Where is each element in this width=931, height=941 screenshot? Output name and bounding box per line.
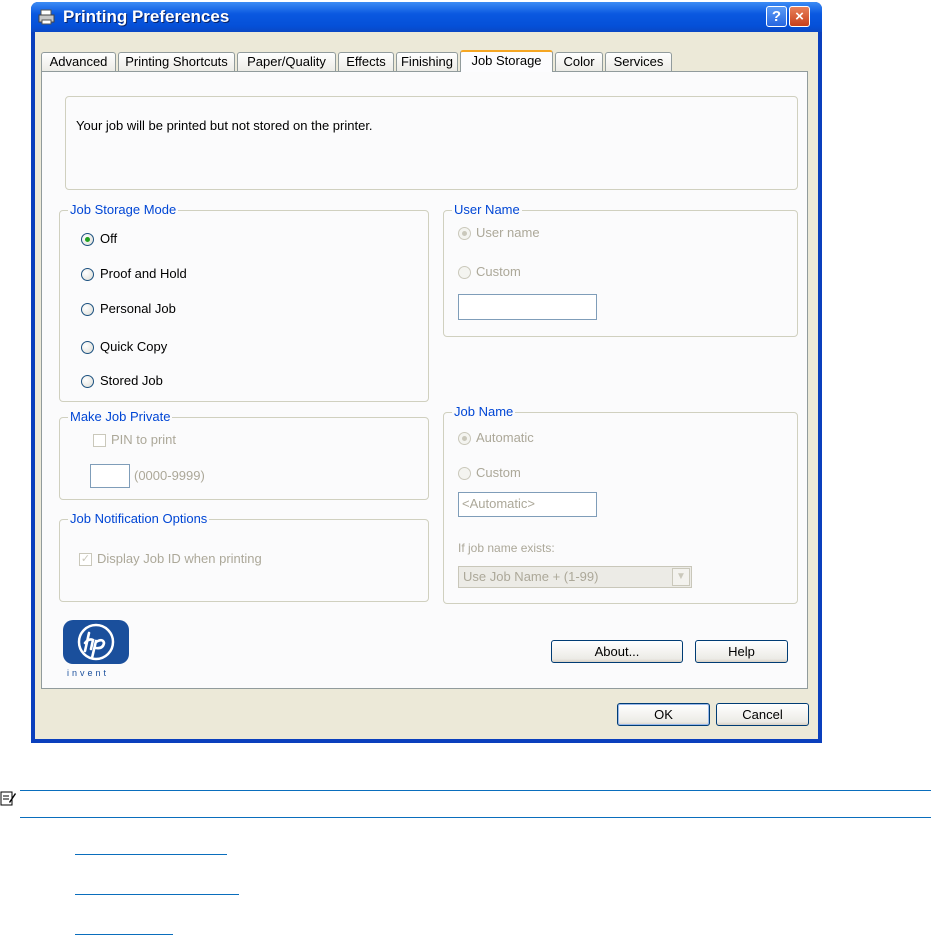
radio-off-label[interactable]: Off [100,231,117,246]
job-notification-legend: Job Notification Options [68,511,210,526]
job-name-group: Job Name Automatic Custom <Automatic> If… [443,404,798,604]
title-bar[interactable]: Printing Preferences ? × [31,2,822,32]
radio-automatic-label[interactable]: Automatic [476,430,534,445]
chevron-down-icon[interactable]: ▼ [672,568,690,586]
tab-color[interactable]: Color [555,52,603,71]
about-button[interactable]: About... [551,640,683,663]
title-help-button[interactable]: ? [766,6,787,27]
radio-personal-job-label[interactable]: Personal Job [100,301,176,316]
radio-proof-and-hold-label[interactable]: Proof and Hold [100,266,187,281]
radio-automatic[interactable] [458,432,471,445]
job-storage-panel: Your job will be printed but not stored … [41,71,808,689]
job-storage-mode-group: Job Storage Mode Off Proof and Hold Pers… [59,202,429,402]
job-name-exists-label: If job name exists: [458,541,555,555]
radio-off[interactable] [81,233,94,246]
job-storage-mode-legend: Job Storage Mode [68,202,179,217]
ok-button[interactable]: OK [617,703,710,726]
pin-to-print-label[interactable]: PIN to print [111,432,176,447]
tab-paper-quality[interactable]: Paper/Quality [237,52,336,71]
job-name-exists-value: Use Job Name + (1-99) [463,569,599,584]
radio-stored-job-label[interactable]: Stored Job [100,373,163,388]
status-message: Your job will be printed but not stored … [76,118,373,133]
tab-services[interactable]: Services [605,52,672,71]
user-name-group: User Name User name Custom [443,202,798,337]
pin-range-label: (0000-9999) [134,468,205,483]
radio-user-name[interactable] [458,227,471,240]
radio-user-name-label[interactable]: User name [476,225,540,240]
printer-icon [38,8,56,26]
link-underline-2[interactable] [75,894,239,895]
dialog-client-area: Advanced Printing Shortcuts Paper/Qualit… [35,32,818,739]
make-job-private-legend: Make Job Private [68,409,173,424]
radio-stored-job[interactable] [81,375,94,388]
note-rule-top [20,790,931,791]
job-notification-group: Job Notification Options ✓ Display Job I… [59,511,429,602]
tab-effects[interactable]: Effects [338,52,394,71]
user-name-custom-input[interactable] [458,294,597,320]
radio-quick-copy[interactable] [81,341,94,354]
note-rule-bottom [20,817,931,818]
pin-input[interactable] [90,464,130,488]
radio-job-custom-label[interactable]: Custom [476,465,521,480]
job-name-exists-select[interactable]: Use Job Name + (1-99) ▼ [458,566,692,588]
job-name-legend: Job Name [452,404,516,419]
hp-logo: invent [63,620,141,680]
note-icon [0,790,17,807]
link-underline-1[interactable] [75,854,227,855]
hp-invent-text: invent [67,668,110,678]
radio-user-custom[interactable] [458,266,471,279]
radio-quick-copy-label[interactable]: Quick Copy [100,339,167,354]
pin-to-print-checkbox[interactable] [93,434,106,447]
tab-job-storage[interactable]: Job Storage [460,50,553,72]
note-area [0,780,931,941]
radio-job-custom[interactable] [458,467,471,480]
display-job-id-label[interactable]: Display Job ID when printing [97,551,262,566]
tab-finishing[interactable]: Finishing [396,52,458,71]
radio-proof-and-hold[interactable] [81,268,94,281]
window-title: Printing Preferences [63,7,230,26]
display-job-id-checkbox[interactable]: ✓ [79,553,92,566]
user-name-legend: User Name [452,202,522,217]
job-name-custom-input[interactable]: <Automatic> [458,492,597,517]
tab-advanced[interactable]: Advanced [41,52,116,71]
make-job-private-group: Make Job Private PIN to print (0000-9999… [59,409,429,500]
tab-printing-shortcuts[interactable]: Printing Shortcuts [118,52,235,71]
cancel-button[interactable]: Cancel [716,703,809,726]
printing-preferences-window: Printing Preferences ? × Advanced Printi… [31,2,822,743]
radio-user-custom-label[interactable]: Custom [476,264,521,279]
radio-personal-job[interactable] [81,303,94,316]
title-close-button[interactable]: × [789,6,810,27]
link-underline-3[interactable] [75,934,173,935]
status-message-box: Your job will be printed but not stored … [65,96,798,190]
help-button[interactable]: Help [695,640,788,663]
